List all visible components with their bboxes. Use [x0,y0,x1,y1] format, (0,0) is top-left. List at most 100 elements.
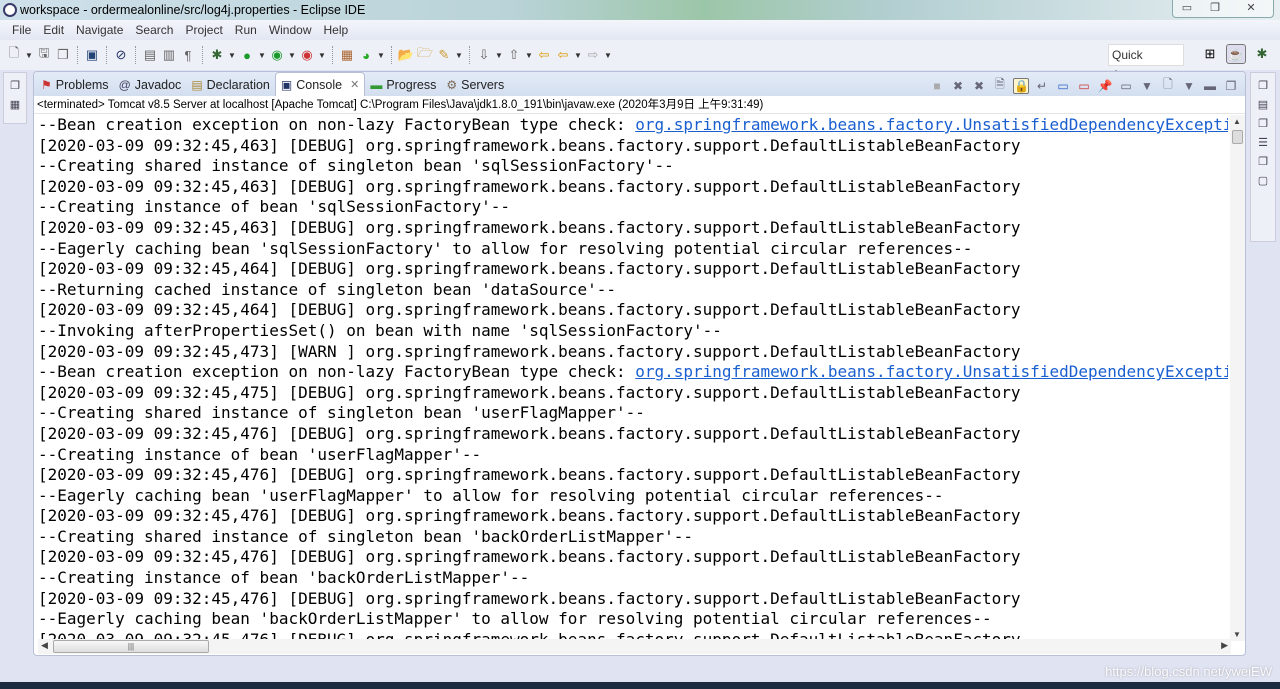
console-line-text: --Creating shared instance of singleton … [38,156,674,176]
previous-annotation-dropdown-icon[interactable]: ▼ [525,51,533,60]
new-class-dropdown-icon[interactable]: ▼ [377,51,385,60]
search-dropdown-icon[interactable]: ▼ [455,51,463,60]
console-line-text: [2020-03-09 09:32:45,463] [DEBUG] org.sp… [38,176,1021,196]
restore-icon[interactable]: ❐ [1251,79,1275,92]
tab-console[interactable]: ▣ Console ✕ [274,72,366,96]
minimize-button[interactable]: ▭ [1173,0,1201,17]
whitespace-icon[interactable]: ¶ [180,47,196,63]
quick-access-input[interactable]: Quick Access [1108,44,1184,82]
exception-link[interactable]: org.springframework.beans.factory.Unsati… [635,115,1228,134]
open-perspective-icon[interactable]: ⊞ [1200,44,1220,64]
minimap-icon[interactable]: ▢ [1251,174,1275,187]
coverage-dropdown-icon[interactable]: ▼ [288,51,296,60]
restore-icon[interactable]: ❐ [1251,155,1275,168]
next-annotation-dropdown-icon[interactable]: ▼ [495,51,503,60]
open-console-icon[interactable]: 🗋 [1160,75,1176,96]
new-package-icon[interactable]: ▦ [339,47,355,63]
menu-edit[interactable]: Edit [37,20,70,40]
open-console-dropdown-icon[interactable]: ▼ [1181,79,1197,93]
run-icon[interactable]: ● [239,47,255,63]
terminate-icon[interactable]: ■ [929,79,945,93]
tab-problems[interactable]: ⚑ Problems [36,74,114,96]
package-explorer-icon[interactable]: ▦ [4,98,26,111]
menu-project[interactable]: Project [179,20,228,40]
debug-icon[interactable]: ✱ [209,47,225,63]
scroll-down-icon[interactable]: ▼ [1233,630,1241,639]
debug-dropdown-icon[interactable]: ▼ [228,51,236,60]
clear-console-icon[interactable]: 🗎 [992,75,1008,96]
pin-console-icon[interactable]: 📌 [1097,79,1113,93]
terminal-icon[interactable]: ▣ [84,47,100,63]
back-icon[interactable]: ⇦ [555,47,571,63]
forward-icon[interactable]: ⇨ [585,47,601,63]
run-dropdown-icon[interactable]: ▼ [258,51,266,60]
console-line-text: [2020-03-09 09:32:45,463] [DEBUG] org.sp… [38,135,1021,155]
console-line: [2020-03-09 09:32:45,464] [DEBUG] org.sp… [38,300,1228,321]
menu-window[interactable]: Window [263,20,318,40]
next-annotation-icon[interactable]: ⇩ [476,47,492,63]
new-dropdown-icon[interactable]: ▼ [25,51,33,60]
console-line: [2020-03-09 09:32:45,463] [DEBUG] org.sp… [38,136,1228,157]
vertical-scrollbar[interactable]: ▲ ▼ [1230,115,1245,641]
tab-servers[interactable]: ⚙ Servers [441,74,509,96]
coverage-icon[interactable]: ◉ [269,47,285,63]
remove-launch-icon[interactable]: ✖ [950,79,966,93]
window-controls: ▭ ❐ ✕ [1172,0,1274,18]
task-list-icon[interactable]: ▤ [1251,98,1275,111]
last-edit-icon[interactable]: ⇦ [536,47,552,63]
back-dropdown-icon[interactable]: ▼ [574,51,582,60]
tab-progress[interactable]: ▬ Progress [365,74,441,96]
previous-annotation-icon[interactable]: ⇧ [506,47,522,63]
save-icon[interactable]: 🖫 [36,45,52,63]
menu-navigate[interactable]: Navigate [70,20,129,40]
word-wrap-icon[interactable]: ↵ [1034,79,1050,93]
new-icon[interactable]: 🗋 [6,45,22,63]
save-all-icon[interactable]: ❐ [55,47,71,63]
close-button[interactable]: ✕ [1229,0,1273,17]
skip-breakpoints-icon[interactable]: ⊘ [113,47,129,63]
show-on-stderr-icon[interactable]: ▭ [1076,79,1092,93]
tab-javadoc[interactable]: @ Javadoc [114,74,187,96]
open-type-icon[interactable]: 📂 [398,47,414,63]
tab-declaration[interactable]: ▤ Declaration [186,74,275,96]
scroll-lock-icon[interactable]: 🔒 [1013,77,1029,94]
search-icon[interactable]: ✎ [436,47,452,63]
outline-icon[interactable]: ☰ [1251,136,1275,149]
show-on-stdout-icon[interactable]: ▭ [1055,79,1071,93]
console-line-text: --Creating shared instance of singleton … [38,526,694,546]
close-tab-icon[interactable]: ✕ [350,78,359,91]
java-ee-perspective-icon[interactable]: ☕ [1226,44,1246,64]
new-class-icon[interactable]: ◕ [358,47,374,63]
scroll-left-icon[interactable]: ◀ [41,640,48,651]
display-console-icon[interactable]: ▭ [1118,79,1134,93]
maximize-view-icon[interactable]: ❐ [1223,79,1239,93]
menu-search[interactable]: Search [129,20,179,40]
horizontal-scrollbar[interactable]: ◀ ||| ▶ [38,639,1231,654]
restore-icon[interactable]: ❐ [1251,117,1275,130]
block-selection-icon[interactable]: ▥ [161,47,177,63]
exception-link[interactable]: org.springframework.beans.factory.Unsati… [635,362,1228,381]
minimize-view-icon[interactable]: ▬ [1202,79,1218,93]
external-tools-icon[interactable]: ◉ [299,47,315,63]
remove-all-terminated-icon[interactable]: ✖ [971,79,987,93]
console-line: --Creating shared instance of singleton … [38,403,1228,424]
console-toolbar: ■ ✖ ✖ 🗎 🔒 ↵ ▭ ▭ 📌 ▭ ▼ 🗋 ▼ ▬ ❐ [929,75,1239,96]
scroll-thumb[interactable] [1232,130,1243,144]
debug-perspective-icon[interactable]: ✱ [1252,44,1272,64]
progress-icon: ▬ [370,78,383,92]
forward-dropdown-icon[interactable]: ▼ [604,51,612,60]
scroll-thumb[interactable]: ||| [53,640,209,653]
restore-button[interactable]: ❐ [1201,0,1229,17]
scroll-right-icon[interactable]: ▶ [1221,640,1228,651]
external-tools-dropdown-icon[interactable]: ▼ [318,51,326,60]
menu-help[interactable]: Help [318,20,355,40]
display-console-dropdown-icon[interactable]: ▼ [1139,79,1155,93]
open-task-icon[interactable]: 🗁 [417,45,433,63]
restore-icon[interactable]: ❐ [4,79,26,92]
menu-run[interactable]: Run [229,20,263,40]
toggle-mark-icon[interactable]: ▤ [142,47,158,63]
menu-file[interactable]: File [6,20,37,40]
console-output[interactable]: --Bean creation exception on non-lazy Fa… [38,115,1228,641]
console-line-text: --Creating shared instance of singleton … [38,403,645,423]
scroll-up-icon[interactable]: ▲ [1233,117,1241,126]
